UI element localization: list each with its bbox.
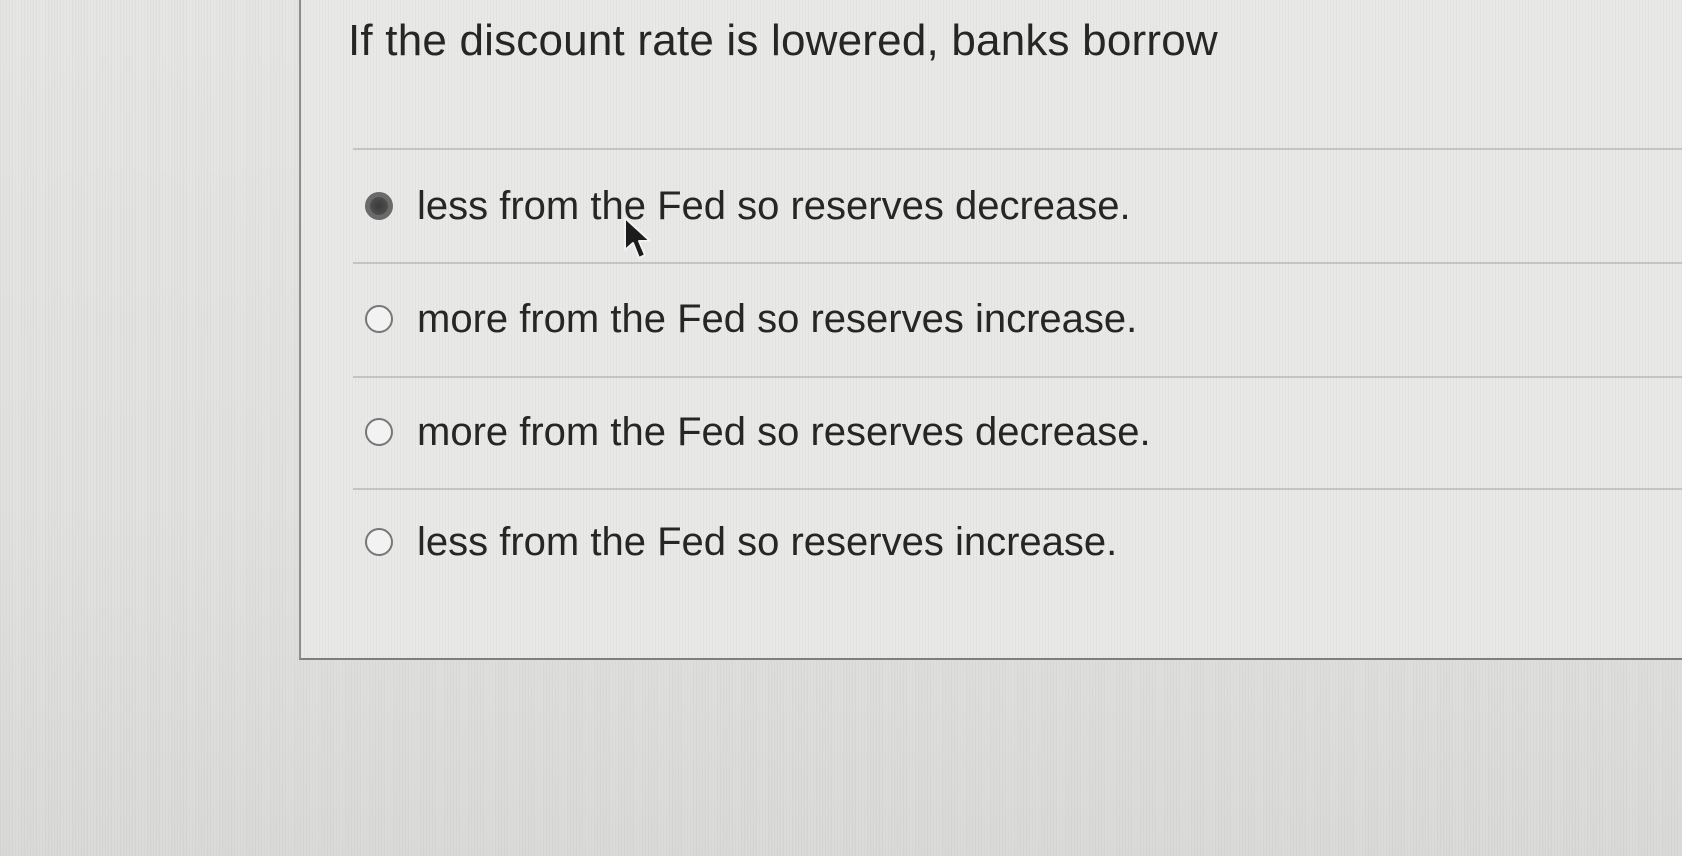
radio-button-icon[interactable] <box>365 418 393 446</box>
option-label: less from the Fed so reserves decrease. <box>417 183 1131 228</box>
radio-button-icon[interactable] <box>365 305 393 333</box>
option-label: more from the Fed so reserves increase. <box>417 296 1138 341</box>
question-card: If the discount rate is lowered, banks b… <box>299 0 1682 660</box>
option-label: less from the Fed so reserves increase. <box>417 519 1118 564</box>
divider <box>353 262 1682 264</box>
radio-button-icon[interactable] <box>365 528 393 556</box>
answer-option-3[interactable]: more from the Fed so reserves decrease. <box>365 402 1465 462</box>
divider <box>353 488 1682 490</box>
divider <box>353 148 1682 150</box>
mouse-pointer-icon <box>624 217 651 259</box>
divider <box>353 376 1682 378</box>
answer-option-4[interactable]: less from the Fed so reserves increase. <box>365 512 1465 572</box>
answer-option-2[interactable]: more from the Fed so reserves increase. <box>365 289 1465 349</box>
radio-button-icon[interactable] <box>365 192 393 220</box>
question-text: If the discount rate is lowered, banks b… <box>348 16 1218 65</box>
answer-option-1[interactable]: less from the Fed so reserves decrease. <box>365 176 1465 236</box>
option-label: more from the Fed so reserves decrease. <box>417 409 1151 454</box>
